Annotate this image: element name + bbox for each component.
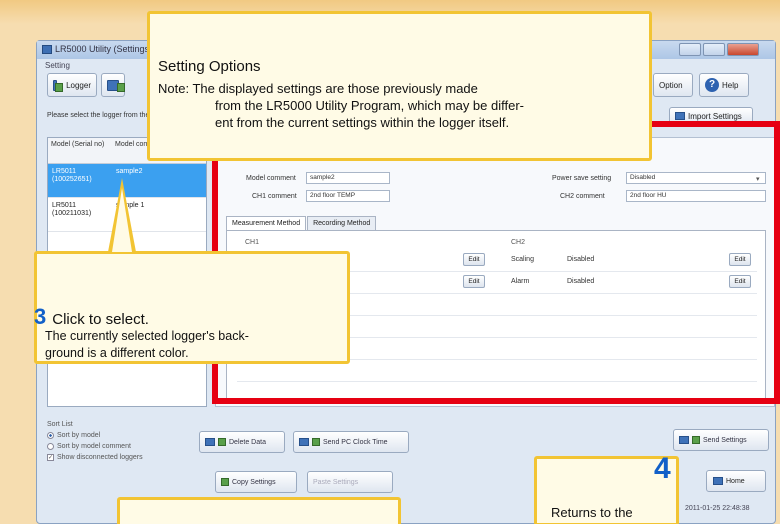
select-text: The currently selected logger's back- gr… bbox=[45, 329, 249, 360]
logger-button[interactable]: Logger bbox=[47, 73, 97, 97]
paste-settings-button[interactable]: Paste Settings bbox=[307, 471, 393, 493]
close-button[interactable] bbox=[727, 43, 759, 56]
sort-title: Sort List bbox=[47, 421, 73, 428]
callout-pointer-fill bbox=[112, 188, 132, 252]
delete-data-button[interactable]: Delete Data bbox=[199, 431, 285, 453]
sort-by-comment-radio[interactable]: Sort by model comment bbox=[47, 441, 207, 452]
setting-options-title: Setting Options bbox=[158, 58, 261, 75]
computer-icon bbox=[205, 438, 215, 446]
sort-by-model-radio[interactable]: Sort by model bbox=[47, 430, 207, 441]
logger-icon bbox=[692, 436, 700, 444]
computer-icon bbox=[675, 112, 685, 120]
logger-icon bbox=[218, 438, 226, 446]
maximize-button[interactable] bbox=[703, 43, 725, 56]
show-disconnected-checkbox[interactable]: ✓ Show disconnected loggers bbox=[47, 452, 207, 463]
logger-icon bbox=[53, 79, 64, 92]
copy-settings-button[interactable]: Copy Settings bbox=[215, 471, 297, 493]
copy-icon bbox=[221, 478, 229, 486]
sort-options: Sort List Sort by model Sort by model co… bbox=[47, 419, 207, 501]
status-clock: 2011-01-25 22:48:38 bbox=[685, 505, 750, 512]
setting-options-callout: Setting Options Note: The displayed sett… bbox=[147, 11, 652, 161]
help-button[interactable]: ? Help bbox=[699, 73, 749, 97]
settings-button[interactable] bbox=[101, 73, 125, 97]
window-title: LR5000 Utility (Settings) bbox=[55, 44, 153, 54]
minimize-button[interactable] bbox=[679, 43, 701, 56]
step-3-number: 3 bbox=[34, 304, 47, 329]
home-icon bbox=[713, 477, 723, 485]
computer-icon bbox=[679, 436, 689, 444]
col-model: Model (Serial no) bbox=[51, 141, 105, 148]
settings-icon bbox=[107, 79, 125, 92]
send-settings-button[interactable]: Send Settings bbox=[673, 429, 769, 451]
setting-options-note: Note: The displayed settings are those p… bbox=[158, 81, 524, 130]
send-pc-clock-button[interactable]: Send PC Clock Time bbox=[293, 431, 409, 453]
help-icon: ? bbox=[705, 78, 719, 92]
app-icon bbox=[42, 45, 52, 54]
logger-icon bbox=[312, 438, 320, 446]
select-callout: 3 Click to select. The currently selecte… bbox=[34, 251, 350, 364]
step-4-number: 4 bbox=[654, 452, 671, 485]
copy-settings-callout bbox=[117, 497, 401, 524]
setting-group-label: Setting bbox=[45, 61, 70, 70]
home-button[interactable]: Home bbox=[706, 470, 766, 492]
option-button[interactable]: Option bbox=[653, 73, 693, 97]
select-title: Click to select. bbox=[52, 311, 149, 328]
home-text: Returns to the bbox=[551, 505, 633, 520]
computer-icon bbox=[299, 438, 309, 446]
